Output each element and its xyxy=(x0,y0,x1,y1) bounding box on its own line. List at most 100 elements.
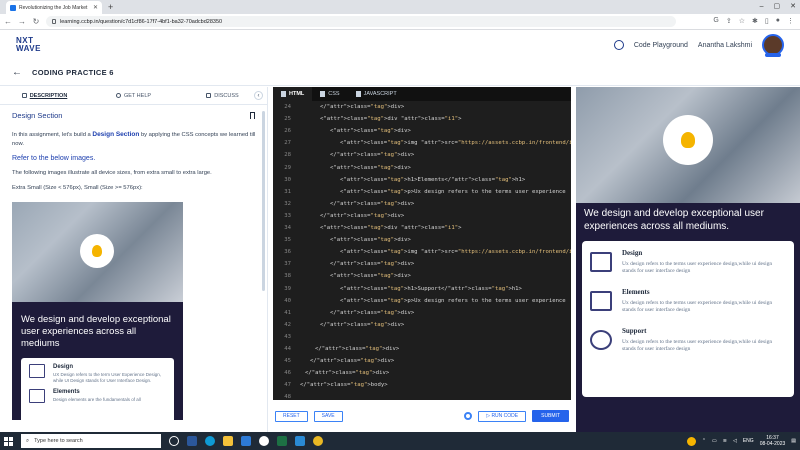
practice-bar: ← CODING PRACTICE 6 xyxy=(0,60,800,86)
language-indicator[interactable]: ENG xyxy=(743,438,754,444)
code-line[interactable]: 28 </"attr">class="tag">div> xyxy=(273,149,571,161)
code-line[interactable]: 31 <"attr">class="tag">p>Ux design refers… xyxy=(273,186,571,198)
code-line[interactable]: 24 </"attr">class="tag">div> xyxy=(273,101,571,113)
nxtwave-logo[interactable]: NXT WAVE xyxy=(16,37,41,53)
item-title: Support xyxy=(622,327,647,335)
scrollbar[interactable] xyxy=(262,111,265,291)
taskbar-search[interactable]: ⌕ Type here to search xyxy=(21,434,161,448)
line-number: 28 xyxy=(284,152,291,159)
save-button[interactable]: SAVE xyxy=(313,410,343,422)
new-tab-button[interactable]: + xyxy=(108,1,113,13)
code-line[interactable]: 36 <"attr">class="tag">img "attr">src="ht… xyxy=(273,246,571,258)
github-icon[interactable] xyxy=(259,436,269,446)
item-title: Design xyxy=(622,249,643,257)
code-line[interactable]: 45 </"attr">class="tag">div> xyxy=(273,355,571,367)
avatar[interactable] xyxy=(762,34,784,57)
reload-icon[interactable]: ↻ xyxy=(32,17,40,26)
menu-icon[interactable]: ⋮ xyxy=(787,17,794,25)
close-tab-icon[interactable]: ✕ xyxy=(93,4,98,11)
share-icon[interactable]: ⇪ xyxy=(726,17,732,25)
notifications-icon[interactable]: ▤ xyxy=(791,438,796,444)
code-line[interactable]: 37 </"attr">class="tag">div> xyxy=(273,258,571,270)
bulb-circle xyxy=(80,234,114,268)
line-number: 40 xyxy=(284,297,291,304)
volume-icon[interactable]: ◁ xyxy=(733,438,737,444)
progress-ring-icon[interactable] xyxy=(613,40,624,50)
url-field[interactable]: learning.ccbp.in/question/c7d1cf86-17f7-… xyxy=(46,16,676,27)
google-icon[interactable]: G xyxy=(713,17,718,25)
gear-icon[interactable] xyxy=(464,412,473,420)
code-line[interactable]: 32 </"attr">class="tag">div> xyxy=(273,198,571,210)
forward-icon[interactable]: → xyxy=(18,17,26,26)
star-icon[interactable]: ☆ xyxy=(739,17,745,25)
code-line[interactable]: 40 <"attr">class="tag">p>Ux design refers… xyxy=(273,295,571,307)
browser-tab[interactable]: Revolutionizing the Job Market ✕ xyxy=(6,1,102,14)
vscode-icon[interactable] xyxy=(295,436,305,446)
store-icon[interactable] xyxy=(241,436,251,446)
back-icon[interactable]: ← xyxy=(4,17,12,26)
excel-icon[interactable] xyxy=(277,436,287,446)
minimize-icon[interactable]: – xyxy=(760,0,764,14)
support-icon xyxy=(590,330,612,350)
battery-icon[interactable]: ▭ xyxy=(712,438,717,444)
sidepanel-icon[interactable]: ▯ xyxy=(765,17,769,25)
code-playground-link[interactable]: Code Playground xyxy=(634,42,688,49)
code-line[interactable]: 47 </"attr">class="tag">body> xyxy=(273,379,571,391)
tab-css[interactable]: CSS xyxy=(312,87,347,101)
submit-button[interactable]: SUBMIT xyxy=(532,410,569,422)
code-line[interactable]: 27 <"attr">class="tag">img "attr">src="ht… xyxy=(273,137,571,149)
profile-icon[interactable]: ● xyxy=(776,17,780,25)
reset-button[interactable]: RESET xyxy=(275,410,308,422)
code-text: <"attr">class="tag">h1>Support</"attr">c… xyxy=(340,285,522,292)
code-line[interactable]: 38 <"attr">class="tag">div> xyxy=(273,270,571,282)
code-text: </"attr">class="tag">div> xyxy=(320,104,405,111)
code-line[interactable]: 29 <"attr">class="tag">div> xyxy=(273,162,571,174)
back-arrow-icon[interactable]: ← xyxy=(12,67,22,78)
code-line[interactable]: 43 xyxy=(273,331,571,343)
code-line[interactable]: 33 </"attr">class="tag">div> xyxy=(273,210,571,222)
extensions-icon[interactable]: ✱ xyxy=(752,17,758,25)
line-number: 39 xyxy=(284,285,291,292)
task-view-icon[interactable] xyxy=(169,436,179,446)
code-line[interactable]: 26 <"attr">class="tag">div> xyxy=(273,125,571,137)
devices-text: The following images illustrate all devi… xyxy=(12,170,212,176)
line-number: 35 xyxy=(284,237,291,244)
code-line[interactable]: 41 </"attr">class="tag">div> xyxy=(273,307,571,319)
collapse-panel-button[interactable]: ‹ xyxy=(254,91,263,100)
tab-get-help[interactable]: GET HELP xyxy=(89,87,178,105)
code-area[interactable]: 24 </"attr">class="tag">div> 25 <"attr">cla… xyxy=(273,101,571,399)
bookmark-icon[interactable] xyxy=(250,112,255,119)
code-line[interactable]: 39 <"attr">class="tag">h1>Support</"attr"… xyxy=(273,283,571,295)
code-line[interactable]: 44 </"attr">class="tag">div> xyxy=(273,343,571,355)
line-number: 37 xyxy=(284,261,291,268)
close-window-icon[interactable]: ✕ xyxy=(790,0,796,14)
avatar-badge xyxy=(765,53,781,57)
windows-start-icon[interactable] xyxy=(4,436,13,446)
run-code-button[interactable]: ▷ RUN CODE xyxy=(478,410,527,422)
chevron-up-icon[interactable]: ⌃ xyxy=(702,438,706,444)
code-text: <"attr">class="tag">div> xyxy=(330,273,411,280)
user-name[interactable]: Anantha Lakshmi xyxy=(698,42,752,49)
code-line[interactable]: 48 xyxy=(273,391,571,399)
tab-description[interactable]: DESCRIPTION xyxy=(0,87,89,105)
code-line[interactable]: 35 <"attr">class="tag">div> xyxy=(273,234,571,246)
clock[interactable]: 16:37 08-04-2023 xyxy=(760,435,786,447)
code-editor: HTML CSS JAVASCRIPT 24 </"attr">class="ta… xyxy=(273,87,571,432)
code-line[interactable]: 42 </"attr">class="tag">div> xyxy=(273,319,571,331)
tab-html[interactable]: HTML xyxy=(273,87,313,101)
maximize-icon[interactable]: ▢ xyxy=(774,0,781,14)
wifi-icon[interactable]: ≋ xyxy=(723,438,727,444)
code-line[interactable]: 34 <"attr">class="tag">div "attr">class="… xyxy=(273,222,571,234)
file-explorer-icon[interactable] xyxy=(223,436,233,446)
widgets-icon[interactable] xyxy=(187,436,197,446)
code-line[interactable]: 25 <"attr">class="tag">div "attr">class="… xyxy=(273,113,571,125)
list-item: Elements Ux design refers to the terms u… xyxy=(590,288,786,314)
tab-javascript[interactable]: JAVASCRIPT xyxy=(348,87,405,101)
logo-bottom: WAVE xyxy=(16,44,41,53)
chrome-icon[interactable] xyxy=(313,436,323,446)
panel-tabs: DESCRIPTION GET HELP DISCUSS ‹ xyxy=(0,87,267,105)
edge-icon[interactable] xyxy=(205,436,215,446)
code-line[interactable]: 46 </"attr">class="tag">div> xyxy=(273,367,571,379)
code-line[interactable]: 30 <"attr">class="tag">h1>Elements</"attr… xyxy=(273,174,571,186)
notification-app-icon[interactable] xyxy=(686,436,696,446)
